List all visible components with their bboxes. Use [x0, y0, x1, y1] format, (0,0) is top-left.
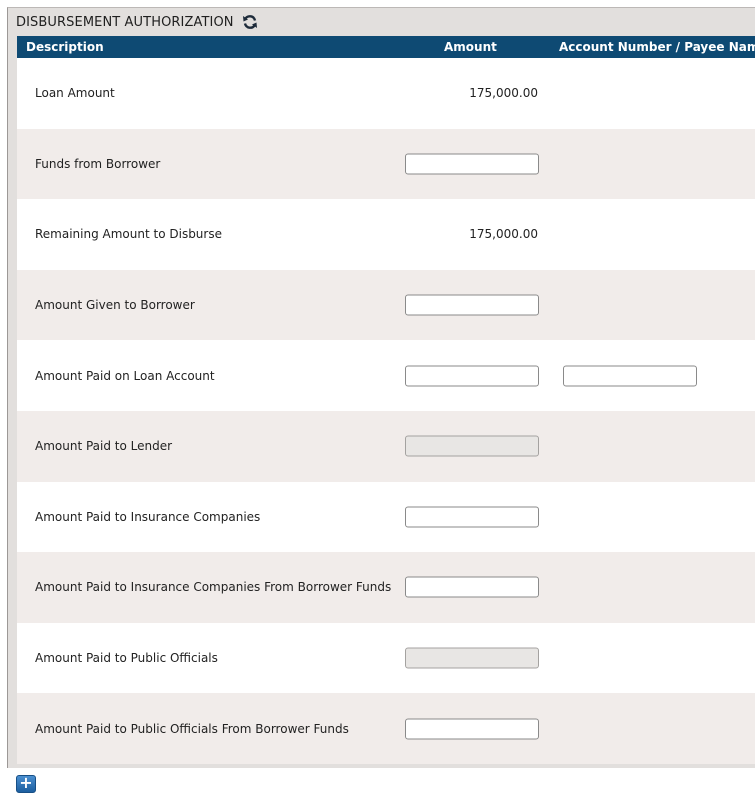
table-row-amount-given-to-borrower: Amount Given to Borrower: [17, 269, 755, 341]
panel-title-bar: DISBURSEMENT AUTHORIZATION: [16, 12, 258, 32]
row-label: Funds from Borrower: [35, 156, 161, 171]
row-value: 175,000.00: [469, 227, 538, 242]
row-label: Amount Paid to Insurance Companies: [35, 509, 261, 524]
amount-given-to-borrower-input[interactable]: [405, 294, 539, 316]
funds-from-borrower-input[interactable]: [405, 153, 539, 175]
table-row-loan-amount: Loan Amount 175,000.00: [17, 58, 755, 129]
amount-paid-to-public-officials-input: [405, 647, 539, 669]
refresh-icon[interactable]: [242, 14, 258, 30]
table-row-amount-paid-on-loan-account: Amount Paid on Loan Account: [17, 340, 755, 411]
amount-paid-to-public-officials-from-borrower-input[interactable]: [405, 718, 539, 740]
row-label: Amount Paid to Public Officials From Bor…: [35, 721, 349, 736]
table-row-amount-paid-to-public-officials-from-borrower: Amount Paid to Public Officials From Bor…: [17, 693, 755, 764]
row-label: Loan Amount: [35, 86, 115, 101]
column-header-description: Description: [26, 40, 104, 54]
table-header: Description Amount Account Number / Paye…: [17, 36, 755, 58]
row-label: Amount Given to Borrower: [35, 298, 195, 313]
add-button[interactable]: +: [16, 775, 36, 793]
disbursement-panel: DISBURSEMENT AUTHORIZATION Description A…: [7, 7, 755, 768]
column-header-amount: Amount: [444, 40, 497, 54]
row-value: 175,000.00: [469, 86, 538, 101]
amount-paid-to-lender-input: [405, 435, 539, 457]
table-row-amount-paid-to-public-officials: Amount Paid to Public Officials: [17, 622, 755, 694]
disbursement-rows: Loan Amount 175,000.00 Funds from Borrow…: [17, 58, 755, 764]
table-row-amount-paid-to-insurance-from-borrower: Amount Paid to Insurance Companies From …: [17, 552, 755, 623]
row-label: Remaining Amount to Disburse: [35, 227, 222, 242]
row-label: Amount Paid to Public Officials: [35, 651, 218, 666]
loan-account-number-input[interactable]: [563, 365, 697, 387]
row-label: Amount Paid to Lender: [35, 439, 173, 454]
row-label: Amount Paid on Loan Account: [35, 368, 215, 383]
column-header-account: Account Number / Payee Name: [559, 40, 755, 54]
table-row-funds-from-borrower: Funds from Borrower: [17, 128, 755, 200]
amount-paid-to-insurance-from-borrower-input[interactable]: [405, 576, 539, 598]
table-row-amount-paid-to-lender: Amount Paid to Lender: [17, 410, 755, 482]
plus-icon: +: [19, 773, 33, 792]
panel-title: DISBURSEMENT AUTHORIZATION: [16, 14, 234, 30]
table-row-remaining-amount: Remaining Amount to Disburse 175,000.00: [17, 199, 755, 270]
table-row-amount-paid-to-insurance: Amount Paid to Insurance Companies: [17, 481, 755, 553]
amount-paid-on-loan-account-input[interactable]: [405, 365, 539, 387]
row-label: Amount Paid to Insurance Companies From …: [35, 580, 392, 595]
amount-paid-to-insurance-input[interactable]: [405, 506, 539, 528]
